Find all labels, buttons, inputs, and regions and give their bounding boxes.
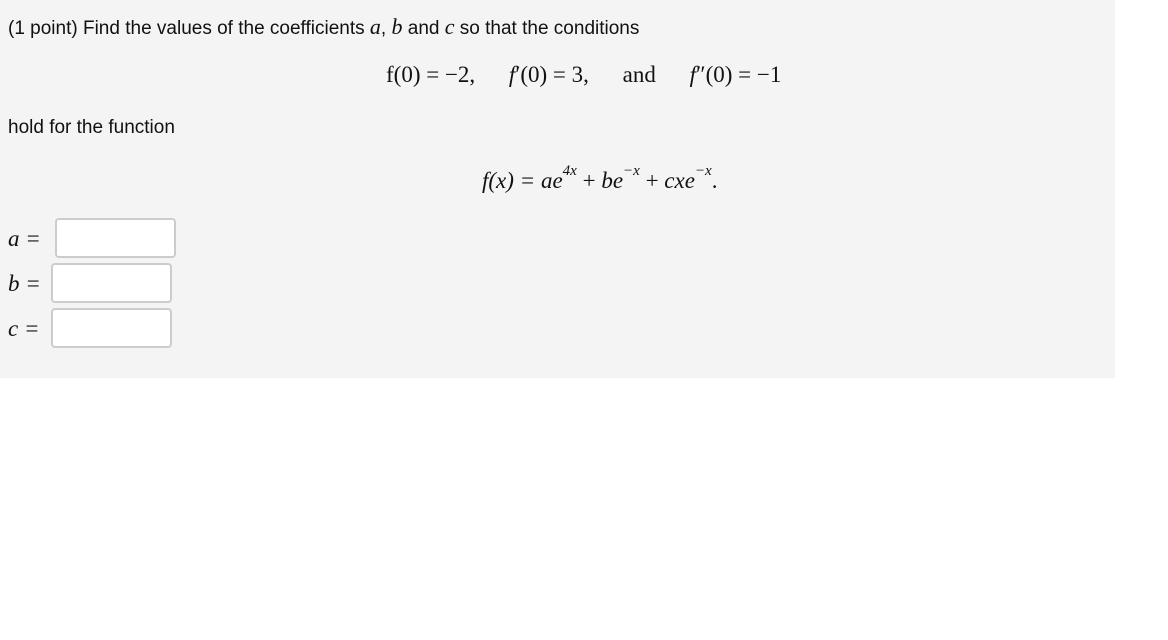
and-word: and	[407, 18, 440, 39]
intro-suffix: so that the conditions	[459, 18, 640, 39]
var-c: c	[444, 14, 455, 39]
condition-f2: ″(0) = −1	[696, 62, 782, 87]
term3: cxe	[664, 168, 695, 193]
term3-exponent: −x	[694, 163, 712, 180]
term2: be	[601, 168, 624, 193]
conditions-and: and	[622, 62, 656, 87]
function-equation: f(x) = ae4x + be−x + cxe−x.	[482, 164, 718, 194]
hold-text: hold for the function	[8, 117, 175, 138]
answer-c-label: c =	[8, 316, 40, 341]
term2-exponent: −x	[623, 163, 640, 180]
problem-panel: (1 point) Find the values of the coeffic…	[0, 0, 1115, 378]
function-lhs: f(x) =	[482, 168, 541, 193]
period: .	[711, 168, 718, 193]
term1-exponent: 4x	[562, 163, 577, 180]
var-a: a	[369, 14, 381, 39]
answer-b-input[interactable]	[51, 263, 172, 303]
term1: ae	[540, 168, 563, 193]
plus-sign: +	[582, 168, 602, 193]
condition-f0: f(0) = −2,	[386, 62, 476, 87]
answer-a-label: a =	[8, 226, 41, 251]
problem-intro: (1 point) Find the values of the coeffic…	[8, 14, 639, 40]
var-b: b	[391, 14, 403, 39]
answer-c-input[interactable]	[51, 308, 172, 348]
answer-a-input[interactable]	[55, 218, 176, 258]
plus-sign: +	[645, 168, 665, 193]
answer-b-label: b =	[8, 271, 41, 296]
condition-f1: ′(0) = 3,	[515, 62, 589, 87]
conditions-equation: f(0) = −2, f′(0) = 3, and f″(0) = −1	[386, 62, 781, 88]
comma: ,	[380, 18, 387, 39]
intro-prefix: (1 point) Find the values of the coeffic…	[8, 18, 365, 39]
